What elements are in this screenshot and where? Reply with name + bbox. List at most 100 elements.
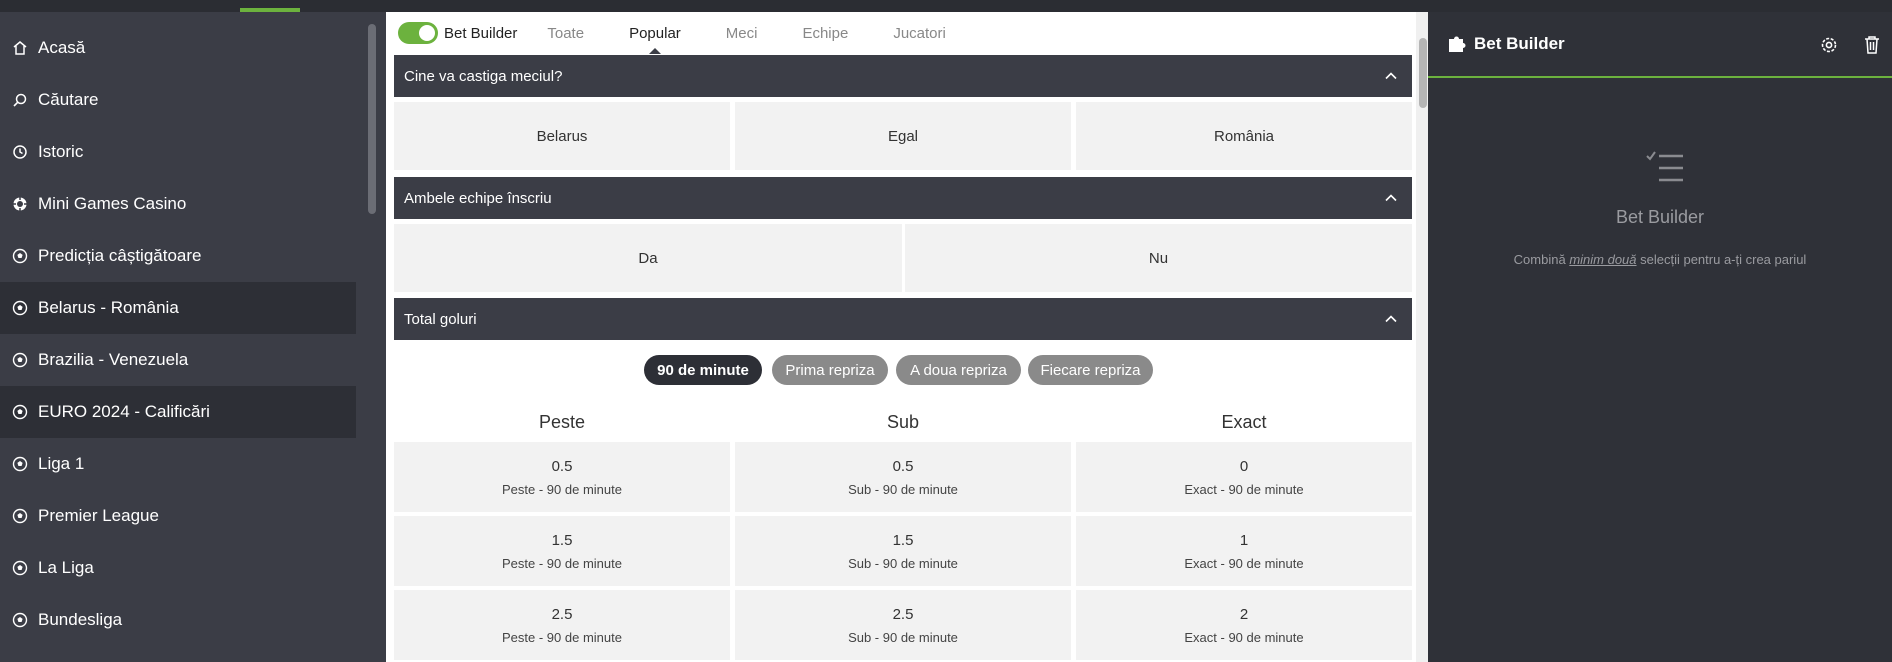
checklist-icon xyxy=(1646,151,1683,182)
odds-button-peste-2-5[interactable]: 2.5 Peste - 90 de minute xyxy=(394,590,730,660)
panel-title: Bet Builder xyxy=(1474,34,1565,53)
tab-jucatori[interactable]: Jucatori xyxy=(893,25,946,42)
odds-value: 0.5 xyxy=(551,457,573,475)
column-header-sub: Sub xyxy=(886,412,920,432)
odds-subtitle: Peste - 90 de minute xyxy=(502,629,622,645)
sidebar-item-la-liga[interactable]: La Liga xyxy=(0,542,356,594)
section-header-winner[interactable]: Cine va castiga meciul? xyxy=(394,55,1412,97)
period-pill-prima-repriza[interactable]: Prima repriza xyxy=(772,355,888,385)
empty-state-title: Bet Builder xyxy=(1615,207,1705,227)
odds-button-belarus[interactable]: Belarus xyxy=(394,102,730,170)
odds-button-exact-1[interactable]: 1 Exact - 90 de minute xyxy=(1076,516,1412,586)
tab-meci[interactable]: Meci xyxy=(726,25,758,42)
sidebar-item-label: Liga 1 xyxy=(38,454,85,473)
empty-text-end: selecții pentru a-ți crea pariul xyxy=(1636,252,1807,267)
main-scrollbar-thumb[interactable] xyxy=(1419,38,1427,108)
odds-button-egal[interactable]: Egal xyxy=(735,102,1071,170)
market-list: Bet Builder Toate Popular Meci Echipe Ju… xyxy=(386,12,1430,662)
sidebar-item-liga-1[interactable]: Liga 1 xyxy=(0,438,356,490)
odds-value: 1.5 xyxy=(551,531,573,549)
sidebar-item-label: Belarus - România xyxy=(38,298,179,317)
odds-value: 0.5 xyxy=(892,457,914,475)
odds-button-exact-2[interactable]: 2 Exact - 90 de minute xyxy=(1076,590,1412,660)
column-header-exact: Exact xyxy=(1221,412,1267,432)
sidebar-item-label: Acasă xyxy=(38,38,86,57)
sidebar-item-belarus-romania[interactable]: Belarus - România xyxy=(0,282,356,334)
odds-value: 0 xyxy=(1239,457,1249,475)
tab-toate[interactable]: Toate xyxy=(547,25,584,42)
odds-button-da[interactable]: Da xyxy=(394,224,902,292)
sidebar-item-history[interactable]: Istoric xyxy=(0,126,356,178)
section-title: Total goluri xyxy=(404,310,477,328)
sidebar-item-search[interactable]: Căutare xyxy=(0,74,356,126)
gear-icon[interactable] xyxy=(1818,34,1840,56)
sidebar-item-bundesliga[interactable]: Bundesliga xyxy=(0,594,356,646)
odds-button-sub-2-5[interactable]: 2.5 Sub - 90 de minute xyxy=(735,590,1071,660)
period-pill-90-min[interactable]: 90 de minute xyxy=(644,355,762,385)
odds-value: 2.5 xyxy=(892,605,914,623)
period-pill-a-doua-repriza[interactable]: A doua repriza xyxy=(896,355,1021,385)
bet-builder-toggle[interactable] xyxy=(398,22,438,44)
soccer-ball-icon xyxy=(0,352,38,368)
sidebar-item-euro-2024[interactable]: EURO 2024 - Calificări xyxy=(0,386,356,438)
soccer-ball-icon xyxy=(0,508,38,524)
odds-button-peste-0-5[interactable]: 0.5 Peste - 90 de minute xyxy=(394,442,730,512)
sidebar-item-label: Mini Games Casino xyxy=(38,194,187,213)
chevron-up-icon xyxy=(1385,315,1397,323)
sidebar-item-label: Căutare xyxy=(38,90,99,109)
odds-subtitle: Sub - 90 de minute xyxy=(848,555,958,571)
odds-value: 2 xyxy=(1239,605,1249,623)
bet-builder-toggle-label: Bet Builder xyxy=(444,24,518,42)
odds-value: 1 xyxy=(1239,531,1249,549)
history-icon xyxy=(0,144,38,160)
casino-chip-icon xyxy=(0,196,38,212)
period-pill-fiecare-repriza[interactable]: Fiecare repriza xyxy=(1028,355,1153,385)
section-header-total-goals[interactable]: Total goluri xyxy=(394,298,1412,340)
soccer-ball-icon xyxy=(0,404,38,420)
odds-value: 2.5 xyxy=(551,605,573,623)
odds-subtitle: Peste - 90 de minute xyxy=(502,481,622,497)
top-bar xyxy=(0,0,1892,12)
sidebar-item-prediction[interactable]: Predicția câștigătoare xyxy=(0,230,356,282)
sidebar-item-label: Brazilia - Venezuela xyxy=(38,350,189,369)
bet-builder-panel: Bet Builder Bet Builder Combină minim do… xyxy=(1428,12,1892,662)
odds-subtitle: Exact - 90 de minute xyxy=(1184,629,1304,645)
odds-button-nu[interactable]: Nu xyxy=(905,224,1412,292)
odds-subtitle: Sub - 90 de minute xyxy=(848,481,958,497)
odds-button-peste-1-5[interactable]: 1.5 Peste - 90 de minute xyxy=(394,516,730,586)
odds-label: Nu xyxy=(1148,249,1169,267)
section-header-both-score[interactable]: Ambele echipe înscriu xyxy=(394,177,1412,219)
sidebar-item-premier-league[interactable]: Premier League xyxy=(0,490,356,542)
chevron-up-icon xyxy=(1385,72,1397,80)
odds-subtitle: Sub - 90 de minute xyxy=(848,629,958,645)
soccer-ball-icon xyxy=(0,300,38,316)
sidebar-item-label: Bundesliga xyxy=(38,610,123,629)
odds-subtitle: Exact - 90 de minute xyxy=(1184,481,1304,497)
odds-button-sub-1-5[interactable]: 1.5 Sub - 90 de minute xyxy=(735,516,1071,586)
odds-label: Belarus xyxy=(536,127,588,145)
odds-button-sub-0-5[interactable]: 0.5 Sub - 90 de minute xyxy=(735,442,1071,512)
trash-icon[interactable] xyxy=(1861,34,1883,56)
odds-subtitle: Exact - 90 de minute xyxy=(1184,555,1304,571)
odds-button-romania[interactable]: România xyxy=(1076,102,1412,170)
sidebar-item-mini-games[interactable]: Mini Games Casino xyxy=(0,178,356,230)
sidebar-item-home[interactable]: Acasă xyxy=(0,22,356,74)
sidebar-scrollbar[interactable] xyxy=(368,24,376,214)
toggle-knob xyxy=(419,25,435,41)
sidebar-item-label: Istoric xyxy=(38,142,84,161)
soccer-ball-icon xyxy=(0,248,38,264)
sidebar-item-label: Predicția câștigătoare xyxy=(38,246,202,265)
odds-button-exact-0[interactable]: 0 Exact - 90 de minute xyxy=(1076,442,1412,512)
soccer-ball-icon xyxy=(0,612,38,628)
tab-echipe[interactable]: Echipe xyxy=(802,25,848,42)
sidebar-item-brazilia-venezuela[interactable]: Brazilia - Venezuela xyxy=(0,334,356,386)
bet-builder-panel-header: Bet Builder xyxy=(1428,12,1892,78)
chevron-up-icon xyxy=(1385,194,1397,202)
search-icon xyxy=(0,92,38,108)
section-title: Ambele echipe înscriu xyxy=(404,189,552,207)
sidebar: Acasă Căutare Istoric Mini Games Casino … xyxy=(0,12,386,662)
home-icon xyxy=(0,40,38,56)
tab-popular[interactable]: Popular xyxy=(629,25,681,54)
sidebar-item-label: EURO 2024 - Calificări xyxy=(38,402,210,421)
odds-label: Egal xyxy=(887,127,919,145)
